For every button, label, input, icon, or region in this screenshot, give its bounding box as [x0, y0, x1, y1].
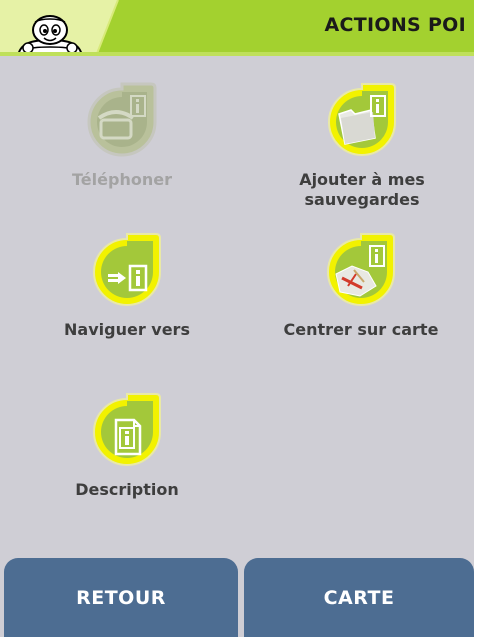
screen-right-edge: [474, 0, 478, 637]
phone-info-icon: [87, 82, 157, 157]
navigate-info-icon: [93, 233, 161, 306]
header-bar: ACTIONS POI: [0, 0, 474, 56]
navigate-to-action-label: Naviguer vers: [64, 320, 190, 339]
folder-info-icon: [328, 83, 396, 156]
header-stripe: [0, 52, 474, 56]
map-button-label: CARTE: [323, 586, 395, 609]
page-title: ACTIONS POI: [324, 14, 466, 36]
michelin-mascot-icon: [16, 15, 84, 56]
back-button[interactable]: RETOUR: [4, 558, 238, 637]
map-button[interactable]: CARTE: [244, 558, 474, 637]
description-info-icon: [93, 393, 161, 466]
add-to-saved-action-label: Ajouter à mes sauvegardes: [299, 170, 425, 209]
add-to-saved-action[interactable]: Ajouter à mes sauvegardes: [262, 80, 462, 210]
map-center-info-icon: [327, 233, 395, 306]
navigate-to-action[interactable]: Naviguer vers: [52, 230, 202, 340]
description-action[interactable]: Description: [52, 390, 202, 500]
center-on-map-action-label: Centrer sur carte: [283, 320, 439, 339]
center-on-map-action[interactable]: Centrer sur carte: [258, 230, 464, 340]
back-button-label: RETOUR: [76, 586, 166, 609]
poi-actions-screen: ACTIONS POI Téléphoner Ajouter à mes sau…: [0, 0, 474, 637]
description-action-label: Description: [75, 480, 179, 499]
phone-action-label: Téléphoner: [72, 170, 172, 189]
phone-action: Téléphoner: [52, 80, 192, 190]
